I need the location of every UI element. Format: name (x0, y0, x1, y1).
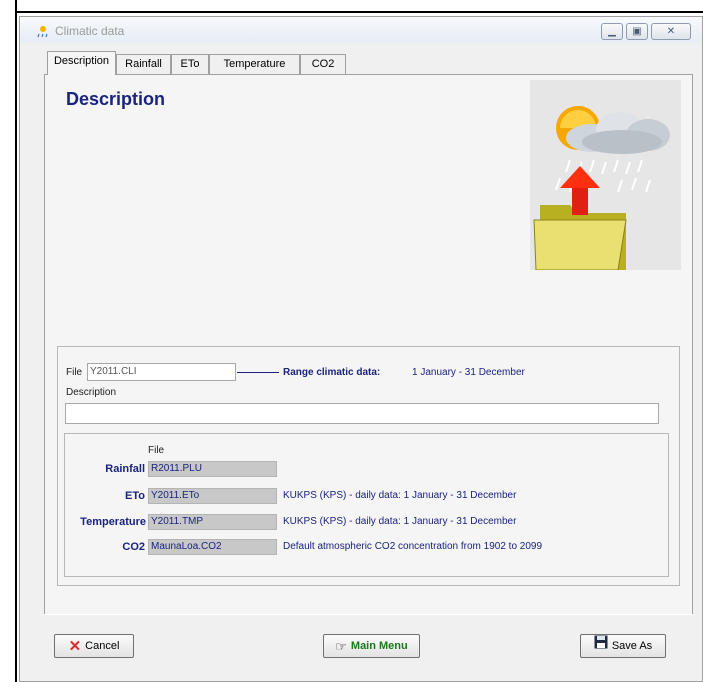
cancel-button-label: Cancel (85, 640, 120, 652)
main-menu-button-label: Main Menu (350, 640, 408, 652)
description-label: Description (66, 387, 117, 398)
frame-line-left (15, 0, 17, 682)
save-as-button-label: Save As (611, 640, 653, 652)
tab-co2[interactable]: CO2 (300, 54, 346, 74)
eto-info: KUKPS (KPS) - daily data: 1 January - 31… (283, 490, 517, 501)
close-icon: ✕ (666, 26, 676, 37)
description-field[interactable] (65, 403, 659, 424)
minimize-button[interactable]: ▁ (601, 23, 623, 40)
co2-info: Default atmospheric CO2 concentration fr… (283, 541, 543, 552)
rainfall-file-field[interactable]: R2011.PLU (148, 461, 277, 477)
range-climatic-value: 1 January - 31 December (412, 367, 525, 378)
rainfall-label: Rainfall (105, 463, 145, 475)
temperature-info: KUKPS (KPS) - daily data: 1 January - 31… (283, 516, 517, 527)
red-x-icon: ✕ (68, 637, 82, 655)
temperature-label: Temperature (80, 516, 146, 528)
tab-eto[interactable]: ETo (171, 54, 209, 74)
climate-icon (36, 24, 50, 38)
file-column-header: File (148, 445, 165, 456)
tab-rainfall[interactable]: Rainfall (116, 54, 171, 74)
co2-file-field[interactable]: MaunaLoa.CO2 (148, 539, 277, 555)
weather-folder-icon (530, 80, 681, 273)
tab-description[interactable]: Description (47, 51, 116, 75)
temperature-file-field[interactable]: Y2011.TMP (148, 514, 277, 530)
range-climatic-label: Range climatic data: (283, 367, 381, 378)
minimize-icon: ▁ (608, 26, 616, 37)
file-field[interactable]: Y2011.CLI (87, 363, 236, 381)
page-title: Description (66, 89, 166, 109)
file-label: File (66, 367, 83, 378)
connector-line (237, 372, 279, 373)
window-title: Climatic data (55, 24, 125, 38)
co2-label: CO2 (122, 541, 145, 553)
eto-label: ETo (125, 490, 145, 502)
tab-temperature[interactable]: Temperature (209, 54, 300, 74)
cancel-button[interactable]: ✕ Cancel (54, 634, 134, 658)
maximize-icon: ▣ (632, 26, 642, 37)
eto-file-field[interactable]: Y2011.ETo (148, 488, 277, 504)
floppy-disk-icon (594, 635, 608, 657)
maximize-button[interactable]: ▣ (626, 23, 648, 40)
main-menu-button[interactable]: ☞ Main Menu (323, 634, 420, 658)
save-as-button[interactable]: Save As (580, 634, 666, 658)
pointing-hand-icon: ☞ (335, 638, 347, 654)
bottom-separator (44, 614, 693, 615)
close-button[interactable]: ✕ (651, 23, 691, 40)
frame-line-top (15, 11, 703, 13)
